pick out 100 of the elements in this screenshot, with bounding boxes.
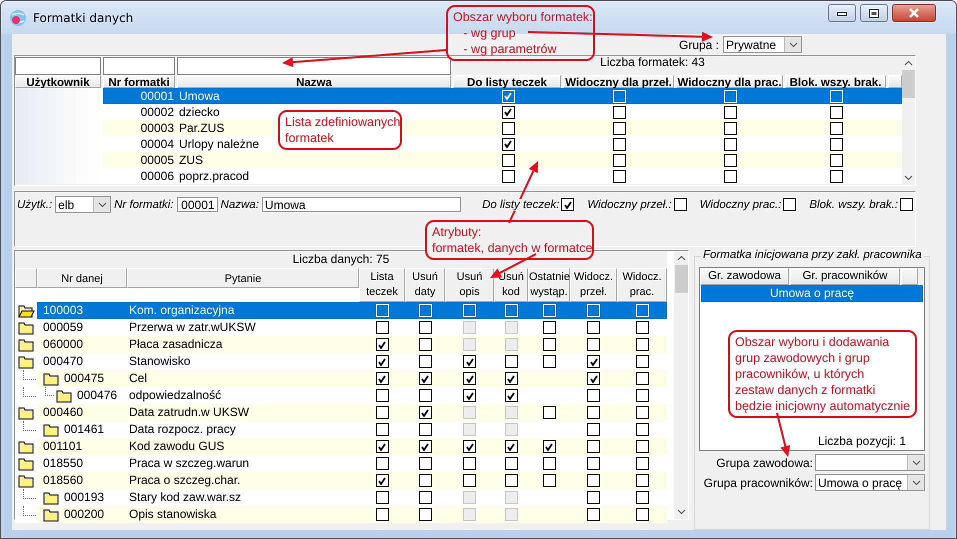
column-header[interactable]	[888, 75, 902, 88]
checkbox[interactable]	[636, 491, 648, 504]
checkbox[interactable]	[587, 355, 600, 368]
checkbox[interactable]	[376, 389, 388, 402]
checkbox[interactable]	[636, 372, 648, 386]
checkbox[interactable]	[587, 474, 600, 488]
checkbox[interactable]	[636, 457, 648, 470]
checkbox[interactable]	[636, 440, 648, 454]
checkbox[interactable]	[900, 198, 913, 212]
name-field[interactable]: Umowa	[262, 197, 462, 212]
checkbox[interactable]	[376, 321, 388, 334]
checkbox[interactable]	[830, 106, 843, 119]
checkbox[interactable]	[418, 508, 432, 522]
checkbox[interactable]	[418, 389, 432, 402]
checkbox[interactable]	[636, 474, 648, 488]
checkbox[interactable]	[542, 457, 556, 470]
checkbox[interactable]	[542, 338, 556, 352]
checkbox[interactable]	[613, 106, 626, 119]
column-header[interactable]: Widocz. prac.	[617, 268, 667, 302]
checkbox[interactable]	[830, 122, 843, 135]
checkbox[interactable]	[783, 198, 796, 212]
scrollbar-thumb[interactable]	[902, 70, 915, 98]
checkbox[interactable]	[504, 457, 518, 470]
checkbox[interactable]	[636, 321, 648, 334]
checkbox[interactable]	[561, 198, 574, 212]
checkbox[interactable]	[724, 138, 737, 151]
minimize-button[interactable]	[828, 4, 856, 22]
checkbox[interactable]	[613, 138, 626, 151]
checkbox[interactable]	[418, 457, 432, 470]
checkbox[interactable]	[376, 423, 388, 436]
column-header[interactable]: Użytkownik	[15, 75, 101, 88]
checkbox[interactable]	[636, 508, 648, 522]
checkbox[interactable]	[613, 170, 626, 183]
checkbox[interactable]	[376, 457, 388, 470]
checkbox[interactable]	[376, 355, 388, 368]
checkbox[interactable]	[636, 338, 648, 352]
checkbox[interactable]	[830, 154, 843, 167]
checkbox[interactable]	[418, 406, 432, 420]
checkbox[interactable]	[587, 508, 600, 522]
group-dropdown[interactable]	[815, 454, 925, 472]
checkbox[interactable]	[587, 423, 600, 436]
checkbox[interactable]	[418, 338, 432, 352]
checkbox[interactable]	[502, 138, 514, 151]
checkbox[interactable]	[674, 198, 687, 212]
checkbox[interactable]	[376, 474, 388, 488]
checkbox[interactable]	[502, 122, 514, 135]
checkbox[interactable]	[587, 372, 600, 386]
checkbox[interactable]	[587, 457, 600, 470]
column-header[interactable]	[901, 268, 918, 286]
column-header[interactable]: Widocz. przeł.	[570, 268, 617, 302]
filter-field[interactable]	[103, 57, 175, 76]
checkbox[interactable]	[463, 457, 476, 470]
checkbox[interactable]	[724, 122, 737, 135]
column-header[interactable]: Nr danej	[37, 268, 127, 288]
checkbox[interactable]	[376, 372, 388, 386]
column-header[interactable]: Nazwa	[177, 75, 451, 88]
checkbox[interactable]	[613, 154, 626, 167]
user-dropdown[interactable]: elb	[55, 196, 112, 214]
column-header[interactable]: Widoczny dla przeł.	[563, 75, 674, 88]
maximize-button[interactable]	[860, 4, 888, 22]
checkbox[interactable]	[418, 355, 432, 368]
number-field[interactable]: 00001	[176, 197, 218, 212]
checkbox[interactable]	[542, 321, 556, 334]
checkbox[interactable]	[636, 355, 648, 368]
checkbox[interactable]	[636, 389, 648, 402]
checkbox[interactable]	[418, 440, 432, 454]
checkbox[interactable]	[463, 372, 476, 386]
checkbox[interactable]	[587, 321, 600, 334]
checkbox[interactable]	[376, 406, 388, 420]
checkbox[interactable]	[463, 355, 476, 368]
checkbox[interactable]	[636, 406, 648, 420]
checkbox[interactable]	[613, 122, 626, 135]
checkbox[interactable]	[504, 474, 518, 488]
filter-field[interactable]	[177, 57, 451, 76]
checkbox[interactable]	[502, 170, 514, 183]
scrollbar[interactable]	[902, 56, 915, 186]
checkbox[interactable]	[376, 338, 388, 352]
column-header[interactable]: Usuń daty	[405, 268, 445, 302]
checkbox[interactable]	[504, 372, 518, 386]
column-header[interactable]: Nr formatki	[103, 75, 175, 88]
checkbox[interactable]	[502, 154, 514, 167]
column-header[interactable]: Widoczny dla prac.	[676, 75, 783, 88]
checkbox[interactable]	[542, 406, 556, 420]
checkbox[interactable]	[376, 508, 388, 522]
checkbox[interactable]	[724, 170, 737, 183]
checkbox[interactable]	[504, 389, 518, 402]
checkbox[interactable]	[418, 474, 432, 488]
scrollbar[interactable]	[674, 251, 688, 520]
checkbox[interactable]	[587, 440, 600, 454]
checkbox[interactable]	[542, 474, 556, 488]
checkbox[interactable]	[636, 423, 648, 436]
column-header[interactable]: Ostatnie wystąp.	[528, 268, 570, 302]
checkbox[interactable]	[542, 440, 556, 454]
close-button[interactable]	[892, 4, 936, 22]
checkbox[interactable]	[724, 106, 737, 119]
column-header[interactable]: Blok. wszy. brak.	[785, 75, 886, 88]
checkbox[interactable]	[463, 440, 476, 454]
list-item[interactable]: Umowa o pracę	[701, 285, 923, 302]
checkbox[interactable]	[587, 389, 600, 402]
group-dropdown[interactable]: Umowa o pracę	[815, 474, 925, 492]
